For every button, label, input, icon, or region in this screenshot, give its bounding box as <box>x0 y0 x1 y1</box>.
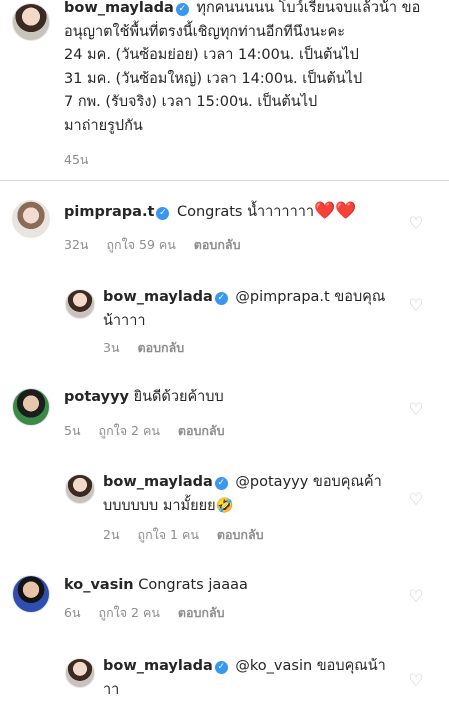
comment-username[interactable]: potayyy <box>64 389 129 405</box>
heart-outline-icon[interactable]: ♡ <box>407 589 425 606</box>
heart-outline-icon[interactable]: ♡ <box>407 216 425 233</box>
caption-username[interactable]: bow_maylada <box>64 0 174 16</box>
comment-text: ยินดีด้วยค้าบบ <box>133 389 224 405</box>
caption-divider <box>0 180 449 181</box>
avatar-ko-vasin[interactable] <box>12 575 50 613</box>
comment-time: 6น <box>64 605 81 620</box>
verified-badge-icon: ✓ <box>214 661 228 674</box>
comment-username[interactable]: bow_maylada <box>103 474 213 490</box>
verified-badge-icon: ✓ <box>214 477 228 490</box>
comment-time: 2น <box>103 527 120 542</box>
comment-body: ko_vasin Congrats jaaaa <box>64 574 394 598</box>
comment-body: potayyy ยินดีด้วยค้าบบ <box>64 386 394 410</box>
comment-likes[interactable]: ถูกใจ 2 คน <box>99 423 160 438</box>
comment-text: Congrats น้ำาาาาาา <box>177 204 314 220</box>
red-heart-emoji-icon: ❤️❤️ <box>314 201 357 221</box>
heart-outline-icon[interactable]: ♡ <box>407 298 425 315</box>
comment-meta: 2น ถูกใจ 1 คน ตอบกลับ <box>103 525 282 545</box>
reply-button[interactable]: ตอบกลับ <box>178 423 225 438</box>
comment-time: 3น <box>103 340 120 355</box>
comment-meta: 32น ถูกใจ 59 คน ตอบกลับ <box>64 235 259 255</box>
verified-badge-icon: ✓ <box>214 292 228 305</box>
avatar-bow-maylada[interactable] <box>65 658 95 688</box>
comment-likes[interactable]: ถูกใจ 2 คน <box>99 605 160 620</box>
comment-body: bow_maylada ✓ @pimprapa.t ขอบคุณน้าาาา <box>103 286 393 333</box>
reply-button[interactable]: ตอบกลับ <box>138 340 185 355</box>
reply-button[interactable]: ตอบกลับ <box>178 605 225 620</box>
comment-username[interactable]: pimprapa.t <box>64 204 154 220</box>
comment-time: 5น <box>64 423 81 438</box>
caption-body: bow_maylada ✓ ทุกคนนนนน โบว์เรียนจบแล้วน้… <box>64 0 434 138</box>
post-caption: bow_maylada ✓ ทุกคนนนนน โบว์เรียนจบแล้วน้… <box>0 0 449 180</box>
caption-time: 45น <box>64 152 89 167</box>
heart-outline-icon[interactable]: ♡ <box>407 673 425 690</box>
reply-button[interactable]: ตอบกลับ <box>217 527 264 542</box>
comment-meta: 5น ถูกใจ 2 คน ตอบกลับ <box>64 421 243 441</box>
reply-button[interactable]: ตอบกลับ <box>194 237 241 252</box>
comment-meta: 6น ถูกใจ 2 คน ตอบกลับ <box>64 603 243 623</box>
caption-text: ทุกคนนนนน โบว์เรียนจบแล้วน้า ขออนุญาตใช้… <box>64 0 421 134</box>
comment-username[interactable]: ko_vasin <box>64 577 134 593</box>
comment-body: pimprapa.t ✓ Congrats น้ำาาาาาา❤️❤️ <box>64 200 394 225</box>
comment-username[interactable]: bow_maylada <box>103 289 213 305</box>
avatar-bow-maylada[interactable] <box>12 3 50 41</box>
heart-outline-icon[interactable]: ♡ <box>407 492 425 509</box>
comment-username[interactable]: bow_maylada <box>103 658 213 674</box>
comment-text: Congrats jaaaa <box>138 577 248 593</box>
caption-meta: 45น <box>64 150 106 170</box>
avatar-potayyy[interactable] <box>12 388 50 426</box>
comment-body: bow_maylada ✓ @ko_vasin ขอบคุณน้าาา <box>103 655 393 702</box>
comment-body: bow_maylada ✓ @potayyy ขอบคุณค้าบบบบบบ มา… <box>103 471 393 518</box>
verified-badge-icon: ✓ <box>175 3 189 16</box>
comment-likes[interactable]: ถูกใจ 1 คน <box>138 527 199 542</box>
heart-outline-icon[interactable]: ♡ <box>407 402 425 419</box>
verified-badge-icon: ✓ <box>156 207 170 220</box>
comment-likes[interactable]: ถูกใจ 59 คน <box>106 237 175 252</box>
avatar-pimprapa[interactable] <box>12 200 50 238</box>
comment-meta: 3น ตอบกลับ <box>103 338 202 358</box>
avatar-bow-maylada[interactable] <box>65 289 95 319</box>
comment-time: 32น <box>64 237 89 252</box>
avatar-bow-maylada[interactable] <box>65 474 95 504</box>
